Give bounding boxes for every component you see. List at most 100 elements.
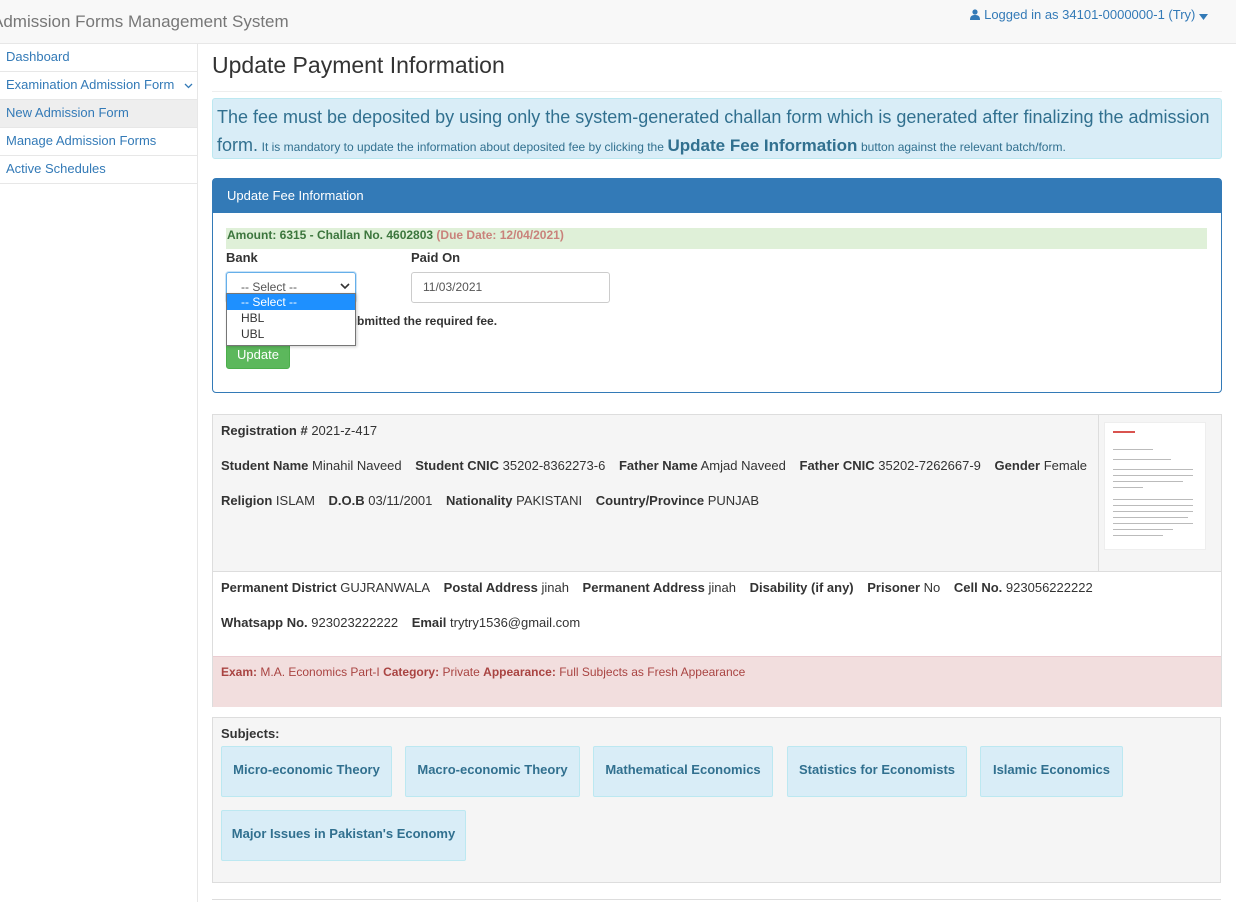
bank-option-hbl[interactable]: HBL [227, 310, 355, 326]
user-label: Logged in as 34101-0000000-1 (Try) [984, 7, 1196, 22]
sidebar-item-manage-admission-forms[interactable]: Manage Admission Forms [0, 128, 197, 156]
paid-on-input[interactable]: 11/03/2021 [411, 272, 610, 303]
document-thumbnail[interactable] [1099, 415, 1221, 572]
exam-details: Exam: M.A. Economics Part-I Category: Pr… [213, 657, 1221, 707]
country-value: PUNJAB [707, 493, 760, 508]
chevron-down-icon [184, 81, 193, 92]
confirm-text: submitted the required fee. [343, 314, 498, 328]
whatsapp-value: 923023222222 [311, 615, 399, 630]
subject-chip: Macro-economic Theory [405, 746, 580, 797]
country-label: Country/Province [595, 493, 705, 508]
religion-value: ISLAM [275, 493, 315, 508]
student-cnic-value: 35202-8362273-6 [502, 458, 606, 473]
alert-bold-text: Update Fee Information [667, 136, 858, 155]
exam-row: Exam: M.A. Economics Part-I Category: Pr… [221, 665, 745, 679]
brand-title[interactable]: Admission Forms Management System [0, 12, 289, 32]
student-row-2: Religion ISLAM D.O.B 03/11/2001 National… [221, 493, 759, 508]
district-label: Permanent District [221, 580, 337, 595]
category-value: Private [442, 665, 480, 679]
alert-small-text: It is mandatory to update the informatio… [261, 140, 664, 154]
exam-label: Exam: [221, 665, 258, 679]
sidebar-item-active-schedules[interactable]: Active Schedules [0, 156, 197, 184]
student-info-box: Registration # 2021-z-417 Student Name M… [212, 414, 1222, 707]
caret-down-icon [1199, 7, 1208, 22]
sidebar-item-dashboard[interactable]: Dashboard [0, 44, 197, 72]
religion-label: Religion [221, 493, 273, 508]
address-row-1: Permanent District GUJRANWALA Postal Add… [221, 580, 1093, 595]
father-cnic-label: Father CNIC [799, 458, 875, 473]
cell-value: 923056222222 [1005, 580, 1093, 595]
subjects-box: Subjects: Micro-economic Theory Macro-ec… [212, 717, 1221, 883]
bank-option-ubl[interactable]: UBL [227, 326, 355, 342]
subject-chip: Major Issues in Pakistan's Economy [221, 810, 466, 861]
district-value: GUJRANWALA [340, 580, 431, 595]
father-name-value: Amjad Naveed [700, 458, 786, 473]
student-name-value: Minahil Naveed [312, 458, 402, 473]
permanent-address-label: Permanent Address [582, 580, 705, 595]
subject-chip: Islamic Economics [980, 746, 1123, 797]
address-details: Permanent District GUJRANWALA Postal Add… [213, 572, 1221, 657]
amount-bar: Amount: 6315 - Challan No. 4602803 (Due … [226, 228, 1207, 249]
email-label: Email [411, 615, 447, 630]
whatsapp-label: Whatsapp No. [221, 615, 308, 630]
bank-option-select[interactable]: -- Select -- [227, 294, 355, 310]
bank-dropdown-list[interactable]: -- Select -- HBL UBL [226, 293, 356, 346]
address-row-2: Whatsapp No. 923023222222 Email trytry15… [221, 615, 580, 630]
sidebar: Dashboard Examination Admission Form New… [0, 44, 198, 902]
fee-notice-alert: The fee must be deposited by using only … [212, 98, 1222, 159]
sidebar-item-label: Examination Admission Form [6, 77, 175, 92]
paid-on-label: Paid On [411, 250, 461, 265]
subjects-title: Subjects: [221, 726, 280, 741]
user-icon [970, 7, 984, 22]
sidebar-item-label: Manage Admission Forms [6, 133, 157, 148]
postal-value: jinah [541, 580, 569, 595]
sidebar-item-label: Dashboard [6, 49, 70, 64]
sidebar-item-new-admission-form[interactable]: New Admission Form [0, 100, 197, 128]
gender-label: Gender [994, 458, 1041, 473]
cell-label: Cell No. [953, 580, 1003, 595]
nationality-label: Nationality [446, 493, 513, 508]
panel-heading: Update Fee Information [213, 179, 1221, 213]
bank-select-value: -- Select -- [241, 280, 298, 294]
subject-chip: Statistics for Economists [787, 746, 967, 797]
email-value: trytry1536@gmail.com [450, 615, 581, 630]
page-title: Update Payment Information [212, 52, 1222, 92]
instructions-thumbnail-image [1104, 422, 1206, 550]
student-name-label: Student Name [221, 458, 309, 473]
prisoner-value: No [923, 580, 941, 595]
amount-text: Amount: 6315 - Challan No. 4602803 [227, 228, 434, 242]
sidebar-item-examination-admission-form[interactable]: Examination Admission Form [0, 72, 197, 100]
gender-value: Female [1043, 458, 1088, 473]
update-fee-panel: Update Fee Information Amount: 6315 - Ch… [212, 178, 1222, 393]
father-name-label: Father Name [618, 458, 698, 473]
prisoner-label: Prisoner [867, 580, 921, 595]
subject-chip: Micro-economic Theory [221, 746, 392, 797]
registration-label: Registration # [221, 423, 308, 438]
student-details: Registration # 2021-z-417 Student Name M… [213, 415, 1099, 572]
dob-label: D.O.B [328, 493, 365, 508]
appearance-value: Full Subjects as Fresh Appearance [559, 665, 746, 679]
registration-row: Registration # 2021-z-417 [221, 423, 377, 438]
father-cnic-value: 35202-7262667-9 [878, 458, 981, 473]
main-content: Update Payment Information The fee must … [212, 44, 1222, 707]
nationality-value: PAKISTANI [516, 493, 583, 508]
subject-chip: Mathematical Economics [593, 746, 773, 797]
due-date-text: (Due Date: 12/04/2021) [436, 228, 564, 242]
permanent-address-value: jinah [708, 580, 736, 595]
appearance-label: Appearance: [483, 665, 556, 679]
category-label: Category: [383, 665, 440, 679]
student-row-1: Student Name Minahil Naveed Student CNIC… [221, 458, 1087, 473]
divider [212, 899, 1221, 900]
user-menu[interactable]: Logged in as 34101-0000000-1 (Try) [970, 7, 1208, 22]
sidebar-item-label: New Admission Form [6, 105, 129, 120]
dob-value: 03/11/2001 [368, 493, 433, 508]
alert-small-text-end: button against the relevant batch/form. [861, 140, 1066, 154]
bank-label: Bank [226, 250, 258, 265]
postal-label: Postal Address [443, 580, 538, 595]
student-cnic-label: Student CNIC [415, 458, 500, 473]
sidebar-item-label: Active Schedules [6, 161, 106, 176]
exam-value: M.A. Economics Part-I [260, 665, 380, 679]
disability-label: Disability (if any) [749, 580, 854, 595]
top-navbar: Admission Forms Management System Logged… [0, 0, 1236, 44]
registration-value: 2021-z-417 [311, 423, 378, 438]
